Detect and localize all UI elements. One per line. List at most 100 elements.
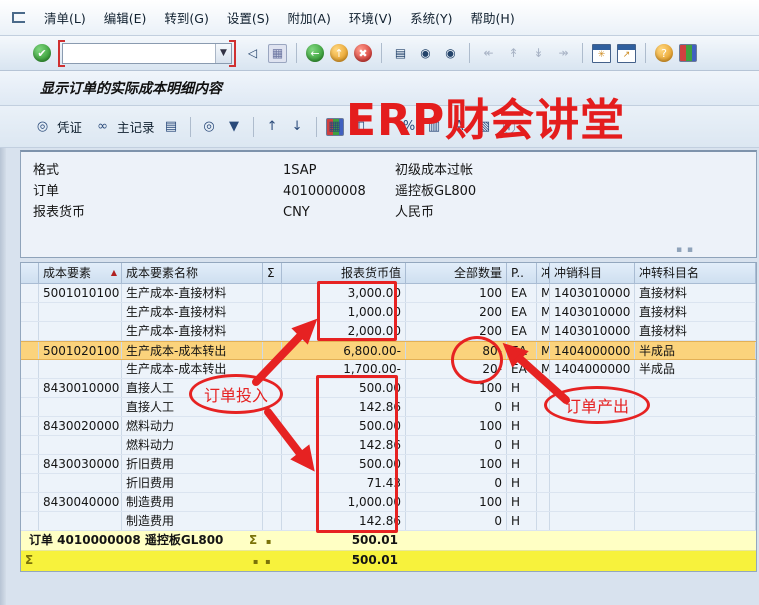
- header-report-currency-label: 报表货币: [33, 202, 85, 223]
- cell-qty: 100: [406, 379, 507, 397]
- sum-level-icon: Σ: [25, 551, 33, 570]
- menu-item-4[interactable]: 设置(S): [218, 5, 279, 30]
- filter-icon[interactable]: ▼: [225, 117, 244, 136]
- new-session-icon[interactable]: ✳: [592, 44, 611, 63]
- header-row-format: 格式1SAP初级成本过帐: [21, 160, 756, 181]
- detail-icon[interactable]: ◎: [200, 117, 219, 136]
- cell-sel: [21, 474, 39, 492]
- cell-name: 生产成本-成本转出: [122, 342, 263, 359]
- cell-sel: [21, 493, 39, 511]
- menu-item-2[interactable]: 编辑(E): [95, 5, 156, 30]
- table-row[interactable]: 生产成本-直接材料1,000.00200EAM1403010000直接材料: [21, 303, 756, 322]
- command-dropdown-icon[interactable]: ▼: [215, 44, 231, 63]
- cell-qty: 20-: [406, 360, 507, 378]
- table-row[interactable]: 制造费用142.860H: [21, 512, 756, 531]
- cell-acctname: 直接材料: [635, 322, 756, 340]
- cell-name: 生产成本-成本转出: [122, 360, 263, 378]
- table-body: 5001010100生产成本-直接材料3,000.00100EAM1403010…: [21, 284, 756, 531]
- cell-acct: [550, 436, 635, 454]
- document-icon: ◎: [33, 117, 52, 136]
- table-row[interactable]: 8430040000制造费用1,000.00100H: [21, 493, 756, 512]
- col-header-rv-label: 冲销: [541, 263, 550, 283]
- master-record-icon: ∞: [93, 117, 112, 136]
- col-header-sig[interactable]: Σ: [263, 263, 282, 283]
- table-row[interactable]: 8430030000折旧费用500.00100H: [21, 455, 756, 474]
- table-row[interactable]: 8430010000直接人工500.00100H: [21, 379, 756, 398]
- col-header-ce[interactable]: 成本要素▲: [39, 263, 122, 283]
- master-record-button[interactable]: ∞主记录: [90, 117, 155, 136]
- help-icon[interactable]: ?: [655, 44, 673, 62]
- cell-uom: H: [507, 474, 537, 492]
- cell-rv: M: [537, 284, 550, 302]
- cell-acct: 1403010000: [550, 303, 635, 321]
- cell-name: 直接人工: [122, 398, 263, 416]
- document-button[interactable]: ◎凭证: [30, 117, 82, 136]
- menu-item-3[interactable]: 转到(G): [155, 5, 217, 30]
- sort-desc-icon[interactable]: ↓: [288, 117, 307, 136]
- back-icon[interactable]: ←: [306, 44, 324, 62]
- last-page-icon[interactable]: ↠: [554, 44, 573, 63]
- table-row[interactable]: 5001020100生产成本-成本转出6,800.00-80-EAM140400…: [21, 341, 756, 360]
- first-page-icon[interactable]: ↞: [479, 44, 498, 63]
- toolbar-separator: [469, 43, 470, 63]
- menu-item-1[interactable]: 清单(L): [35, 5, 95, 30]
- cell-sig: [263, 417, 282, 435]
- menu-item-7[interactable]: 系统(Y): [401, 5, 461, 30]
- exit-icon[interactable]: ↑: [330, 44, 348, 62]
- sort-asc-icon[interactable]: ↑: [263, 117, 282, 136]
- col-header-sel[interactable]: [21, 263, 39, 283]
- col-header-acctname[interactable]: 冲转科目名: [635, 263, 756, 283]
- watermark-text: ERP财会讲堂: [346, 98, 625, 144]
- table-row[interactable]: 5001010100生产成本-直接材料3,000.00100EAM1403010…: [21, 284, 756, 303]
- command-field[interactable]: [63, 46, 215, 61]
- header-row-order: 订单4010000008遥控板GL800: [21, 181, 756, 202]
- panel-resize-grip[interactable]: ▪ ▪: [676, 245, 694, 255]
- menu-item-5[interactable]: 附加(A): [279, 5, 340, 30]
- col-header-qty[interactable]: 全部数量: [406, 263, 507, 283]
- table-row[interactable]: 生产成本-成本转出1,700.00-20-EAM1404000000半成品: [21, 360, 756, 379]
- table-row[interactable]: 直接人工142.860H: [21, 398, 756, 417]
- col-header-val[interactable]: 报表货币值: [282, 263, 406, 283]
- col-header-acct[interactable]: 冲销科目: [550, 263, 635, 283]
- layout-grid-icon[interactable]: ▦: [326, 118, 344, 136]
- cell-rv: M: [537, 303, 550, 321]
- grand-total-row[interactable]: Σ▪ ▪500.01: [21, 551, 756, 571]
- cell-name: 制造费用: [122, 493, 263, 511]
- window-menu-icon[interactable]: [12, 12, 25, 23]
- cell-ce: [39, 322, 122, 340]
- table-row[interactable]: 生产成本-直接材料2,000.00200EAM1403010000直接材料: [21, 322, 756, 341]
- cell-rv: [537, 474, 550, 492]
- find-icon[interactable]: ◉: [416, 44, 435, 63]
- find-next-icon[interactable]: ◉: [441, 44, 460, 63]
- cancel-icon[interactable]: ✖: [354, 44, 372, 62]
- cell-val: 2,000.00: [282, 322, 406, 340]
- enter-icon[interactable]: ✔: [33, 44, 51, 62]
- print-icon[interactable]: ▤: [391, 44, 410, 63]
- col-header-uom[interactable]: P..: [507, 263, 537, 283]
- table-row[interactable]: 8430020000燃料动力500.00100H: [21, 417, 756, 436]
- back-page-icon[interactable]: ◁: [243, 44, 262, 63]
- col-header-name[interactable]: 成本要素名称: [122, 263, 263, 283]
- table-row[interactable]: 折旧费用71.430H: [21, 474, 756, 493]
- cell-uom: EA: [507, 342, 537, 359]
- subtotal-row[interactable]: 订单 4010000008 遥控板GL800Σ▪500.01: [21, 531, 756, 551]
- menu-item-6[interactable]: 环境(V): [340, 5, 401, 30]
- command-field-wrap: ▼: [62, 43, 232, 64]
- previous-page-icon[interactable]: ↟: [504, 44, 523, 63]
- table-row[interactable]: 燃料动力142.860H: [21, 436, 756, 455]
- shortcut-icon[interactable]: ↗: [617, 44, 636, 63]
- cell-name: 生产成本-直接材料: [122, 284, 263, 302]
- cell-ce: [39, 436, 122, 454]
- cell-acctname: [635, 455, 756, 473]
- cell-name: 折旧费用: [122, 474, 263, 492]
- col-header-rv[interactable]: 冲销: [537, 263, 550, 283]
- customize-layout-icon[interactable]: ▦: [679, 44, 697, 62]
- next-page-icon[interactable]: ↡: [529, 44, 548, 63]
- cell-rv: M: [537, 322, 550, 340]
- cell-ce: 8430020000: [39, 417, 122, 435]
- cell-val: 6,800.00-: [282, 342, 406, 359]
- protocol-icon[interactable]: ▤: [162, 117, 181, 136]
- save-icon[interactable]: ▦: [268, 44, 287, 63]
- menu-item-8[interactable]: 帮助(H): [462, 5, 524, 30]
- total-row-label: 订单 4010000008 遥控板GL800: [29, 531, 223, 550]
